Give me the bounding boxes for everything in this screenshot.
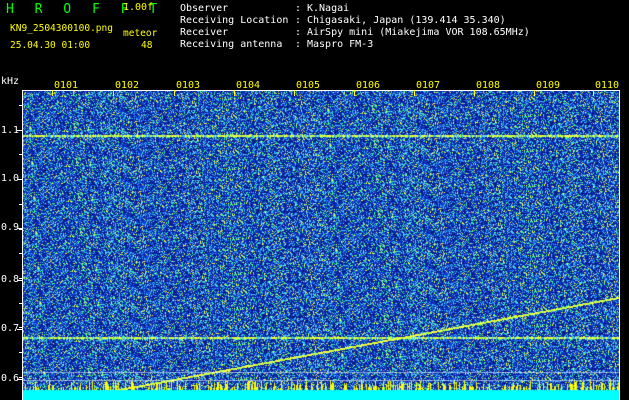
info-value-receiver: AirSpy mini (Miakejima VOR 108.65MHz) (307, 27, 530, 38)
hrofft-window: H R O F F T 1.00f KN9_2504300100.png met… (0, 0, 629, 400)
info-value-antenna: Maspro FM-3 (307, 39, 374, 50)
meteor-label: meteor (123, 28, 158, 39)
y-tick-mark (17, 379, 22, 380)
filename-label: KN9_2504300100.png (10, 23, 113, 34)
y-tick-mark (17, 329, 22, 330)
time-label-0101: 0101 (54, 80, 79, 91)
y-minor-tick (19, 204, 22, 205)
y-tick-mark (17, 280, 22, 281)
datetime-label: 25.04.30 01:00 (10, 40, 91, 51)
info-separator: : (295, 3, 302, 14)
y-minor-tick (19, 130, 22, 131)
info-key-antenna: Receiving antenna (180, 39, 283, 50)
minute-tick (354, 90, 355, 96)
time-label-0102: 0102 (115, 80, 140, 91)
minute-tick (534, 90, 535, 96)
minute-tick (234, 90, 235, 96)
info-value-location: Chigasaki, Japan (139.414 35.340) (307, 15, 506, 26)
minute-tick (593, 90, 594, 96)
y-minor-tick (19, 229, 22, 230)
minute-tick (113, 90, 114, 96)
y-minor-tick (19, 377, 22, 378)
y-minor-tick (19, 105, 22, 106)
time-label-0107: 0107 (416, 80, 441, 91)
time-label-0104: 0104 (236, 80, 261, 91)
y-minor-tick (19, 179, 22, 180)
minute-tick (474, 90, 475, 96)
minute-tick (414, 90, 415, 96)
info-key-receiver: Receiver (180, 27, 229, 38)
minute-tick (294, 90, 295, 96)
minute-tick (52, 90, 53, 96)
minute-tick (174, 90, 175, 96)
frequency-unit-label: kHz (1, 76, 20, 87)
time-label-0103: 0103 (176, 80, 201, 91)
y-minor-tick (19, 327, 22, 328)
y-minor-tick (19, 303, 22, 304)
y-minor-tick (19, 154, 22, 155)
version-label: 1.00f (123, 2, 154, 13)
info-value-observer: K.Nagai (307, 3, 350, 14)
spectrogram-area: kHz 1.1 1.0 0.9 0.8 0.7 0.6 0101 0102 01… (0, 76, 629, 400)
time-label-0110: 0110 (595, 80, 620, 91)
info-separator: : (295, 15, 302, 26)
meteor-count: 48 (141, 40, 153, 51)
info-key-location: Receiving Location (180, 15, 289, 26)
time-label-0109: 0109 (536, 80, 561, 91)
y-minor-tick (19, 352, 22, 353)
info-separator: : (295, 39, 302, 50)
info-separator: : (295, 27, 302, 38)
info-key-observer: Observer (180, 3, 229, 14)
plot-frame (22, 90, 620, 400)
time-label-0105: 0105 (296, 80, 321, 91)
y-minor-tick (19, 253, 22, 254)
time-label-0108: 0108 (476, 80, 501, 91)
time-label-0106: 0106 (356, 80, 381, 91)
y-minor-tick (19, 278, 22, 279)
y-tick-label-1.1: 1.1 (1, 125, 20, 136)
